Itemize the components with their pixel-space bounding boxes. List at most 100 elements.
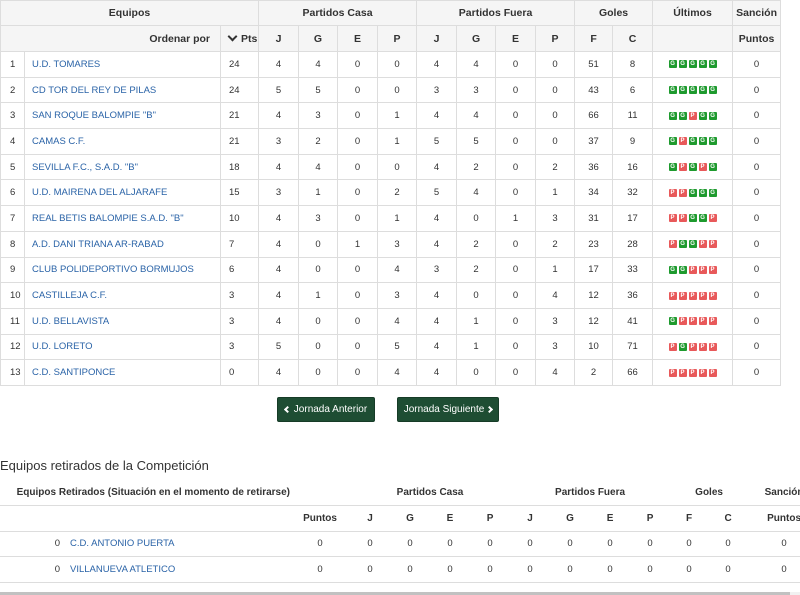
result-badge: G (698, 86, 707, 95)
result-badge: G (708, 188, 717, 197)
team-link[interactable]: U.D. LORETO (32, 341, 93, 352)
stat-cell-ag: 0 (456, 282, 497, 309)
stat-cell-ae: 0 (495, 359, 537, 386)
stat-cell-ae: 0 (495, 179, 537, 207)
result-badge: P (668, 368, 677, 377)
col-home-p: P (376, 25, 418, 52)
points-cell: 15 (220, 179, 259, 207)
stat-cell-f: 17 (574, 256, 614, 284)
retired-number-cell: 0 (0, 556, 60, 583)
stat-cell-ap: 4 (535, 282, 576, 309)
table-row: 0 VILLANUEVA ATLETICO 0 0 0 0 0 0 0 0 0 0 0 0 (0, 556, 800, 583)
stat-cell-hg: 0 (298, 359, 338, 386)
team-link[interactable]: CLUB POLIDEPORTIVO BORMUJOS (32, 264, 194, 275)
stat-cell-f: 23 (574, 230, 614, 258)
penalty-cell: 0 (732, 256, 782, 284)
previous-round-button[interactable]: Jornada Anterior (277, 397, 375, 422)
col-goals-c: C (612, 25, 654, 52)
stat-cell-ae: 0 (495, 51, 537, 78)
retired-col-home-e: E (430, 505, 471, 532)
retired-stat-cell-ag: 0 (550, 556, 591, 583)
stat-cell-hp: 1 (376, 102, 418, 130)
team-link[interactable]: C.D. ANTONIO PUERTA (70, 538, 175, 549)
stat-cell-hp: 4 (376, 359, 418, 386)
retired-col-home-j: J (350, 505, 391, 532)
team-cell: U.D. LORETO (24, 333, 221, 361)
table-row: 13 C.D. SANTIPONCE 0 4 0 0 4 4 0 0 4 2 66 P P P P P 0 (0, 359, 782, 386)
last-results: GGPPP (668, 265, 717, 274)
team-link[interactable]: C.D. SANTIPONCE (32, 367, 115, 378)
stat-cell-f: 43 (574, 76, 614, 104)
result-badge: P (668, 188, 677, 197)
result-badge: P (688, 342, 697, 351)
stat-cell-hj: 4 (258, 153, 299, 181)
team-link[interactable]: A.D. DANI TRIANA AR-RABAD (32, 239, 164, 250)
stat-cell-hj: 4 (258, 102, 299, 130)
stat-cell-hp: 0 (376, 76, 418, 104)
col-away-g: G (456, 25, 497, 52)
result-badge: G (708, 137, 717, 146)
stat-cell-he: 0 (337, 102, 378, 130)
table-row: 9 CLUB POLIDEPORTIVO BORMUJOS 6 4 0 0 4 3 2 0 1 17 3… (0, 256, 782, 284)
result-badge: P (678, 317, 687, 326)
penalty-cell: 0 (732, 128, 782, 155)
stat-cell-he: 0 (337, 205, 378, 232)
stat-cell-c: 11 (612, 102, 654, 130)
table-row: 7 REAL BETIS BALOMPIE S.A.D. "B" 10 4 3 0 1 4 0 1… (0, 205, 782, 232)
position-cell: 10 (0, 282, 25, 309)
position-cell: 4 (0, 128, 25, 155)
last-results: GGGGG (668, 86, 717, 95)
next-round-button[interactable]: Jornada Siguiente (397, 397, 499, 422)
table-row: 5 SEVILLA F.C., S.A.D. "B" 18 4 4 0 0 4 2 0 2 36 16 G… (0, 153, 782, 181)
stat-cell-hj: 3 (258, 179, 299, 207)
stat-cell-hp: 1 (376, 128, 418, 155)
stat-cell-ae: 0 (495, 128, 537, 155)
stat-cell-ae: 0 (495, 102, 537, 130)
table-row: 6 U.D. MAIRENA DEL ALJARAFE 15 3 1 0 2 5 4 0 1 34 32… (0, 179, 782, 207)
stat-cell-ap: 1 (535, 179, 576, 207)
chevron-left-icon (283, 405, 291, 414)
stat-cell-hj: 5 (258, 76, 299, 104)
team-link[interactable]: CASTILLEJA C.F. (32, 290, 107, 301)
col-away-p: P (535, 25, 576, 52)
stat-cell-f: 12 (574, 282, 614, 309)
team-link[interactable]: CAMAS C.F. (32, 136, 85, 147)
result-badge: P (698, 240, 707, 249)
stat-cell-f: 66 (574, 102, 614, 130)
result-badge: G (668, 111, 677, 120)
table-row: 3 SAN ROQUE BALOMPIE "B" 21 4 3 0 1 4 4 0 0 66 11 G G P… (0, 102, 782, 130)
stat-cell-he: 0 (337, 359, 378, 386)
stat-cell-c: 28 (612, 230, 654, 258)
stat-cell-hj: 4 (258, 230, 299, 258)
stat-cell-ae: 0 (495, 230, 537, 258)
stat-cell-aj: 4 (416, 205, 458, 232)
team-link[interactable]: CD TOR DEL REY DE PILAS (32, 85, 156, 96)
team-link[interactable]: REAL BETIS BALOMPIE S.A.D. "B" (32, 213, 184, 224)
result-badge: G (708, 111, 717, 120)
team-link[interactable]: U.D. TOMARES (32, 59, 100, 70)
result-badge: P (678, 163, 687, 172)
position-cell: 8 (0, 230, 25, 258)
last-results: GGGGG (668, 60, 717, 69)
retired-stat-cell-f: 0 (670, 556, 709, 583)
team-link[interactable]: VILLANUEVA ATLETICO (70, 564, 175, 575)
team-link[interactable]: SAN ROQUE BALOMPIE "B" (32, 110, 156, 121)
retired-stat-cell-c: 0 (708, 531, 749, 557)
stat-cell-hp: 4 (376, 256, 418, 284)
stat-cell-hj: 3 (258, 128, 299, 155)
result-badge: P (678, 137, 687, 146)
points-cell: 10 (220, 205, 259, 232)
last-results-cell: PPPPP (652, 359, 734, 386)
stat-cell-ag: 4 (456, 179, 497, 207)
sort-pts-header[interactable]: Pts (220, 25, 259, 52)
stat-cell-ae: 0 (495, 333, 537, 361)
team-link[interactable]: SEVILLA F.C., S.A.D. "B" (32, 162, 138, 173)
last-results-cell: GGPGG (652, 102, 734, 130)
result-badge: G (668, 60, 677, 69)
last-results: GPGPG (668, 163, 717, 172)
team-link[interactable]: U.D. MAIRENA DEL ALJARAFE (32, 187, 167, 198)
team-link[interactable]: U.D. BELLAVISTA (32, 316, 109, 327)
last-results: GPGGG (668, 137, 717, 146)
last-results-cell: GPPPP (652, 307, 734, 335)
stat-cell-c: 36 (612, 282, 654, 309)
